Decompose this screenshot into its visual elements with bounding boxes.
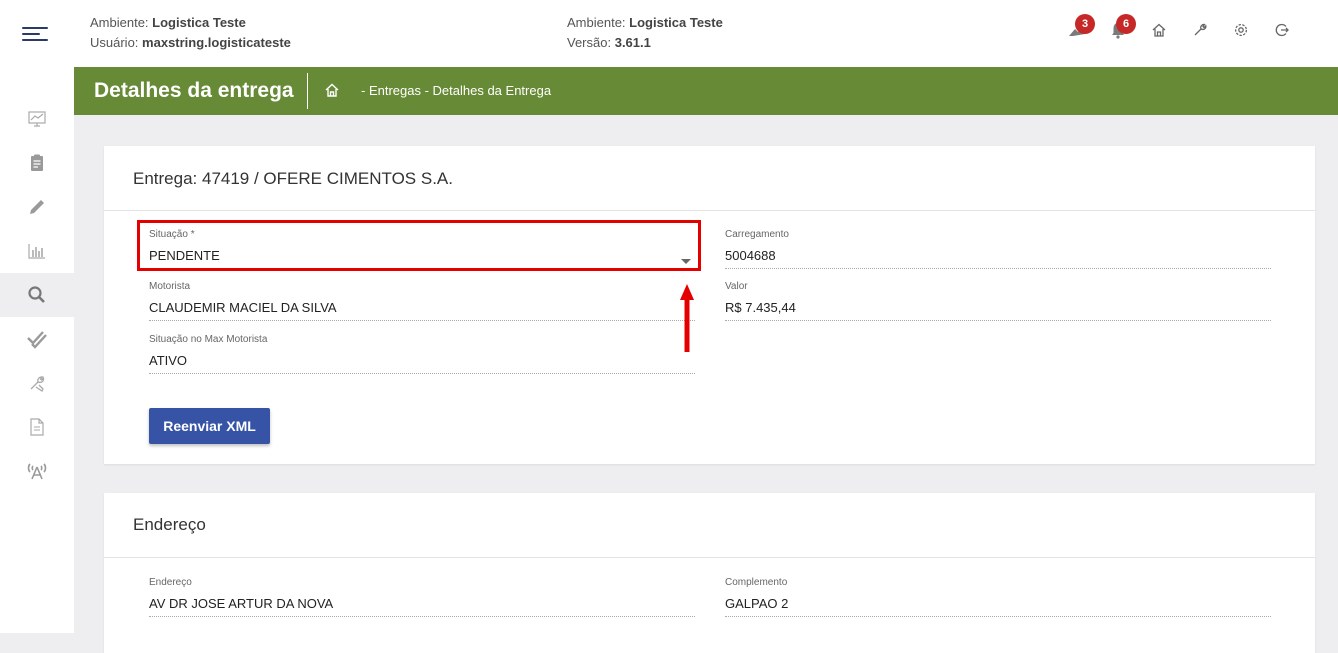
user-value: maxstring.logisticateste xyxy=(142,35,291,50)
title-divider xyxy=(307,73,308,109)
sidebar xyxy=(0,67,74,633)
antenna-icon[interactable] xyxy=(0,449,74,493)
resend-xml-button[interactable]: Reenviar XML xyxy=(149,408,270,444)
situacao-max-label: Situação no Max Motorista xyxy=(149,334,268,345)
search-icon[interactable] xyxy=(0,273,74,317)
delivery-heading: Entrega: 47419 / OFERE CIMENTOS S.A. xyxy=(133,169,453,188)
version-value: 3.61.1 xyxy=(614,35,651,50)
bell-badge: 6 xyxy=(1116,14,1136,34)
endereco-value: AV DR JOSE ARTUR DA NOVA xyxy=(149,596,695,617)
truck-notification-icon[interactable]: 3 xyxy=(1065,14,1095,42)
card-divider xyxy=(104,210,1315,211)
annotation-arrow xyxy=(680,284,694,352)
page-title-bar: Detalhes da entrega - Entregas - Detalhe… xyxy=(74,67,1338,115)
top-header: Ambiente: Logistica Teste Usuário: maxst… xyxy=(0,0,1338,67)
motorista-value: CLAUDEMIR MACIEL DA SILVA xyxy=(149,300,695,321)
env-label-2: Ambiente: xyxy=(567,15,626,30)
complemento-label: Complemento xyxy=(725,577,788,588)
env-label: Ambiente: xyxy=(90,15,149,30)
double-check-icon[interactable] xyxy=(0,317,74,361)
header-actions: 3 6 xyxy=(1048,14,1294,42)
truck-notification-badge: 3 xyxy=(1075,14,1095,34)
page-title: Detalhes da entrega xyxy=(94,79,294,102)
breadcrumb[interactable]: - Entregas - Detalhes da Entrega xyxy=(361,83,551,98)
complemento-field: Complemento GALPAO 2 xyxy=(725,577,1271,617)
endereco-label: Endereço xyxy=(149,577,192,588)
wrench-icon[interactable] xyxy=(1188,18,1212,42)
address-heading: Endereço xyxy=(133,515,206,534)
situacao-max-motorista-field: Situação no Max Motorista ATIVO xyxy=(149,334,695,374)
env-value: Logistica Teste xyxy=(152,15,246,30)
carregamento-value: 5004688 xyxy=(725,248,1271,269)
motorista-field: Motorista CLAUDEMIR MACIEL DA SILVA xyxy=(149,281,695,321)
card-divider xyxy=(104,557,1315,558)
breadcrumb-home-icon[interactable] xyxy=(324,82,340,103)
valor-label: Valor xyxy=(725,281,748,292)
bell-icon[interactable]: 6 xyxy=(1106,14,1136,42)
document-icon[interactable] xyxy=(0,405,74,449)
user-label: Usuário: xyxy=(90,35,139,50)
complemento-value: GALPAO 2 xyxy=(725,596,1271,617)
valor-field: Valor R$ 7.435,44 xyxy=(725,281,1271,321)
chart-presentation-icon[interactable] xyxy=(0,97,74,141)
version-info: Ambiente: Logistica Teste Versão: 3.61.1 xyxy=(567,13,723,53)
address-card: Endereço xyxy=(104,493,1315,653)
valor-value: R$ 7.435,44 xyxy=(725,300,1271,321)
menu-toggle-icon[interactable] xyxy=(22,27,48,41)
bar-chart-icon[interactable] xyxy=(0,229,74,273)
endereco-field: Endereço AV DR JOSE ARTUR DA NOVA xyxy=(149,577,695,617)
environment-info: Ambiente: Logistica Teste Usuário: maxst… xyxy=(90,13,291,53)
home-icon[interactable] xyxy=(1147,18,1171,42)
highlight-box xyxy=(137,220,701,271)
gear-icon[interactable] xyxy=(1229,18,1253,42)
motorista-label: Motorista xyxy=(149,281,191,292)
clipboard-icon[interactable] xyxy=(0,141,74,185)
logout-icon[interactable] xyxy=(1270,18,1294,42)
version-label: Versão: xyxy=(567,35,612,50)
carregamento-label: Carregamento xyxy=(725,229,789,240)
pencil-icon[interactable] xyxy=(0,185,74,229)
tools-icon[interactable] xyxy=(0,361,74,405)
env-value-2: Logistica Teste xyxy=(629,15,723,30)
situacao-max-value: ATIVO xyxy=(149,353,695,374)
carregamento-field: Carregamento 5004688 xyxy=(725,229,1271,269)
